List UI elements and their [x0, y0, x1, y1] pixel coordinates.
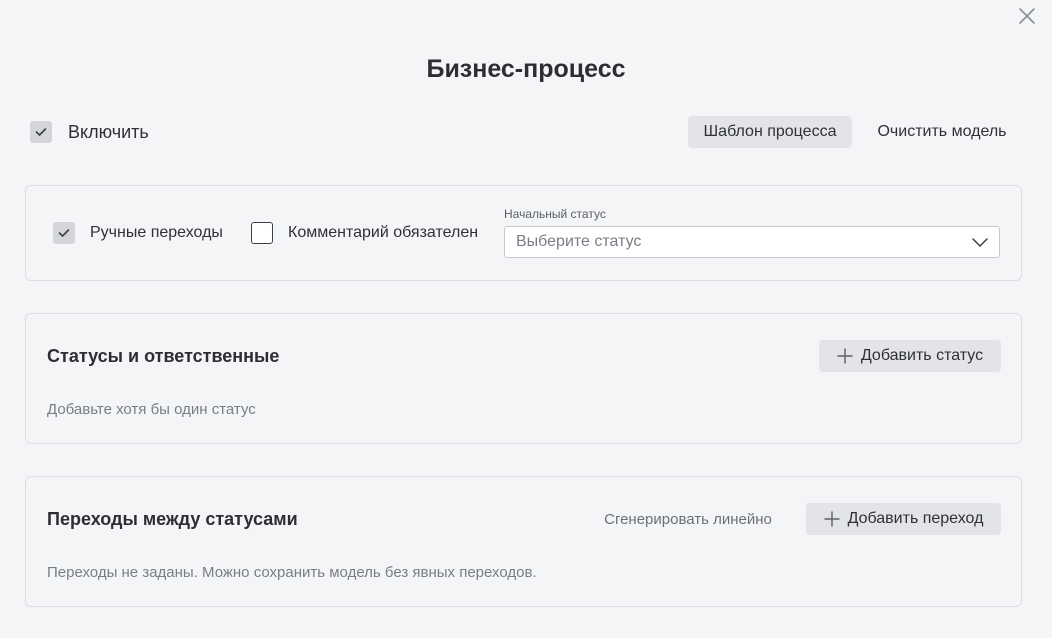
- enable-checkbox[interactable]: [30, 121, 52, 143]
- plus-icon: [837, 348, 853, 364]
- settings-card: Ручные переходы Комментарий обязателен Н…: [25, 185, 1022, 281]
- plus-icon: [823, 511, 840, 527]
- enable-checkbox-row[interactable]: Включить: [30, 121, 149, 143]
- generate-linear-button[interactable]: Сгенерировать линейно: [591, 503, 785, 535]
- checkmark-icon: [35, 128, 47, 136]
- manual-transitions-label: Ручные переходы: [90, 224, 223, 241]
- close-button[interactable]: [1016, 5, 1038, 27]
- checkmark-icon: [58, 229, 70, 237]
- comment-required-checkbox[interactable]: [251, 222, 273, 244]
- initial-status-select[interactable]: Выберите статус: [504, 226, 1000, 258]
- process-template-button[interactable]: Шаблон процесса: [688, 116, 852, 148]
- chevron-down-icon: [972, 238, 988, 247]
- statuses-title: Статусы и ответственные: [47, 346, 280, 366]
- enable-label: Включить: [68, 121, 149, 142]
- add-status-button[interactable]: Добавить статус: [819, 340, 1001, 372]
- transitions-title: Переходы между статусами: [47, 509, 298, 529]
- comment-required-label: Комментарий обязателен: [288, 224, 479, 241]
- close-icon: [1019, 8, 1035, 24]
- initial-status-placeholder: Выберите статус: [516, 233, 642, 250]
- transitions-card: Переходы между статусами Сгенерировать л…: [25, 476, 1022, 607]
- clear-model-button[interactable]: Очистить модель: [866, 116, 1018, 148]
- manual-transitions-row[interactable]: Ручные переходы: [53, 222, 223, 244]
- statuses-empty-text: Добавьте хотя бы один статус: [47, 401, 256, 418]
- add-transition-label: Добавить переход: [847, 510, 984, 527]
- transitions-empty-text: Переходы не заданы. Можно сохранить моде…: [47, 564, 537, 581]
- statuses-card: Статусы и ответственные Добавить статус …: [25, 313, 1022, 444]
- dialog-title: Бизнес-процесс: [426, 55, 626, 83]
- comment-required-row[interactable]: Комментарий обязателен: [251, 222, 478, 244]
- manual-transitions-checkbox[interactable]: [53, 222, 75, 244]
- add-status-label: Добавить статус: [860, 347, 984, 364]
- add-transition-button[interactable]: Добавить переход: [806, 503, 1001, 535]
- initial-status-label: Начальный статус: [504, 207, 606, 221]
